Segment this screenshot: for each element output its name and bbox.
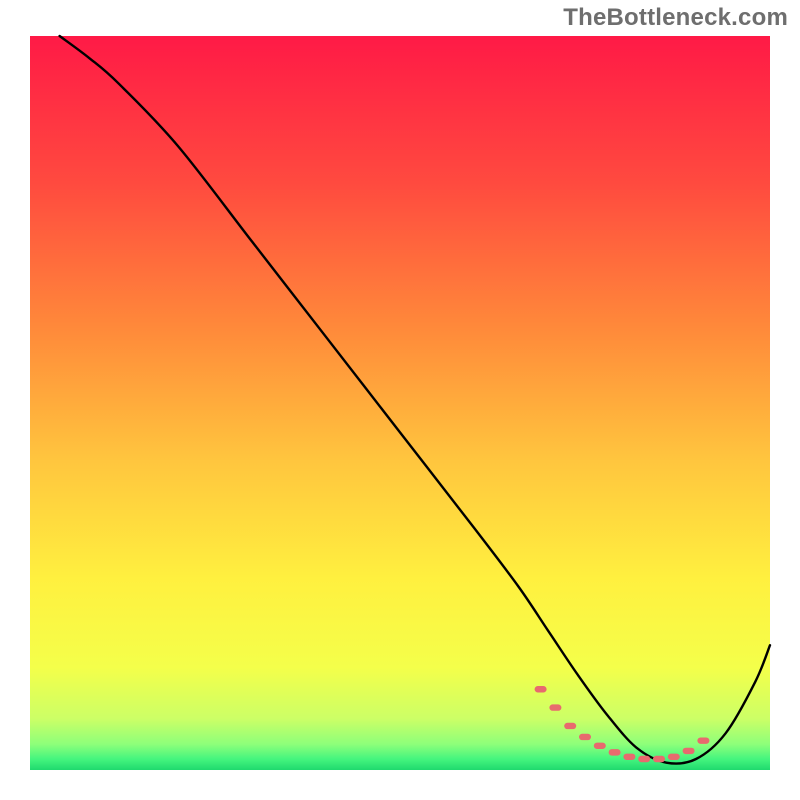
gradient-background <box>30 36 770 770</box>
bottleneck-chart <box>0 0 800 800</box>
watermark-label: TheBottleneck.com <box>563 4 788 32</box>
chart-stage: TheBottleneck.com <box>0 0 800 800</box>
